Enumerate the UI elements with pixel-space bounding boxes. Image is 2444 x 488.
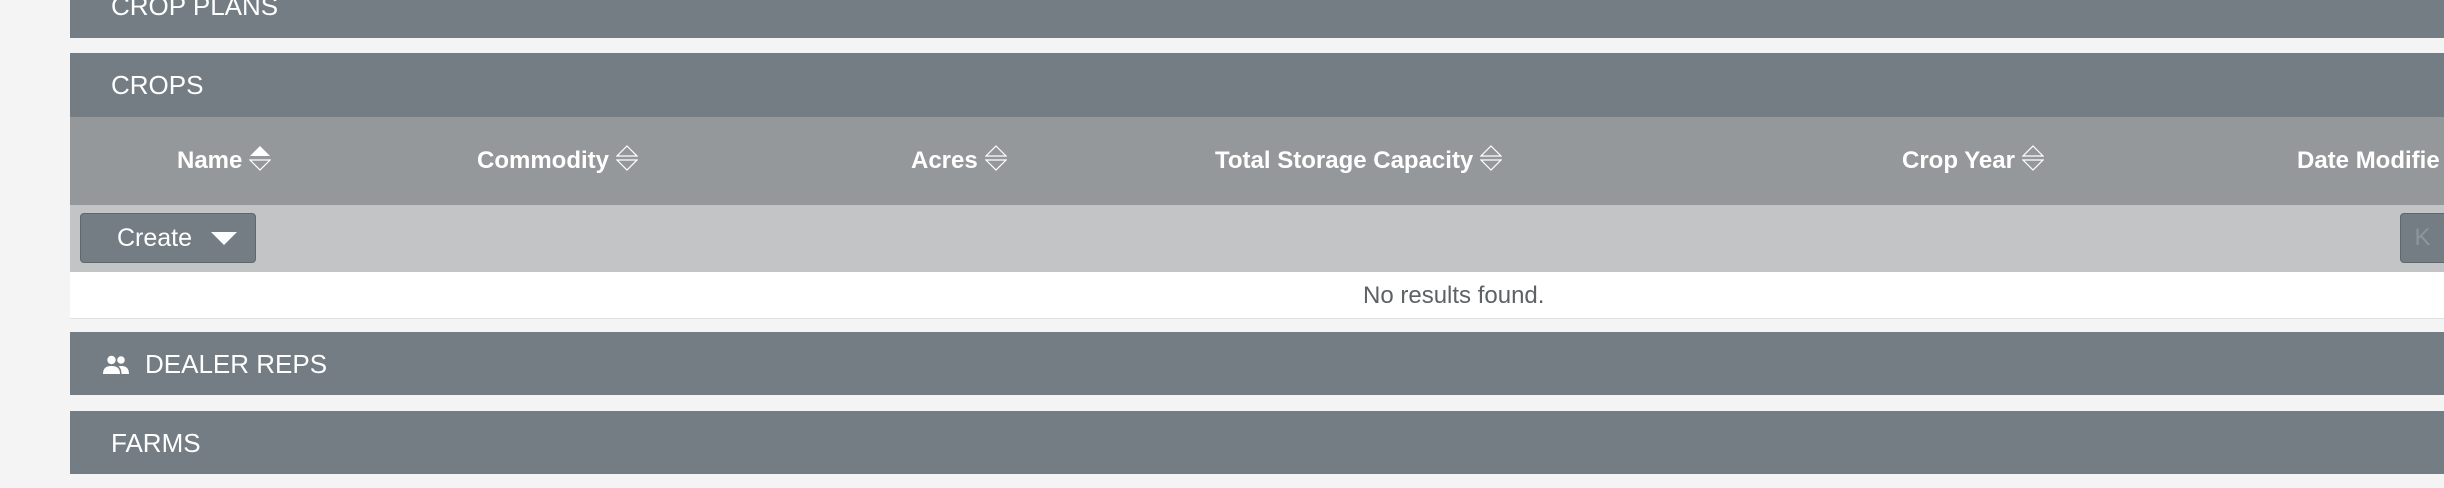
crops-table-header: Name Commodity Acres Total Storage Capac… xyxy=(70,117,2444,205)
create-dropdown-button[interactable]: Create xyxy=(80,213,256,263)
crops-empty-row: No results found. xyxy=(70,272,2444,319)
column-header-commodity[interactable]: Commodity xyxy=(477,117,639,205)
sort-icon xyxy=(984,145,1008,171)
column-label-crop-year: Crop Year xyxy=(1902,147,2015,174)
section-header-crops[interactable]: CROPS xyxy=(70,53,2444,117)
crops-table-toolbar: Create K xyxy=(70,205,2444,272)
column-header-date-modified[interactable]: Date Modifie xyxy=(2297,117,2440,205)
page-content: CROP PLANS CROPS Name Commodity Acres To… xyxy=(70,0,2444,488)
column-label-commodity: Commodity xyxy=(477,147,609,174)
pagination-first-label: K xyxy=(2414,224,2431,251)
column-header-name[interactable]: Name xyxy=(177,117,272,205)
section-title-crops: CROPS xyxy=(111,70,204,100)
column-header-total-storage-capacity[interactable]: Total Storage Capacity xyxy=(1215,117,1503,205)
column-label-name: Name xyxy=(177,147,243,174)
section-header-dealer-reps[interactable]: DEALER REPS xyxy=(70,332,2444,395)
column-label-date-modified: Date Modifie xyxy=(2297,147,2440,174)
section-title-crop-plans: CROP PLANS xyxy=(111,0,279,21)
create-button-label: Create xyxy=(117,223,193,252)
column-label-total-storage-capacity: Total Storage Capacity xyxy=(1215,147,1474,174)
section-header-crop-plans[interactable]: CROP PLANS xyxy=(70,0,2444,38)
sort-icon xyxy=(615,145,639,171)
people-icon xyxy=(101,349,131,379)
column-header-crop-year[interactable]: Crop Year xyxy=(1902,117,2045,205)
pagination-first-button[interactable]: K xyxy=(2400,213,2444,263)
column-header-acres[interactable]: Acres xyxy=(911,117,1008,205)
sort-icon xyxy=(2021,145,2045,171)
sort-icon xyxy=(1479,145,1503,171)
caret-down-icon xyxy=(211,232,237,245)
sort-ascending-icon xyxy=(248,145,272,171)
column-label-acres: Acres xyxy=(911,147,978,174)
section-header-farms[interactable]: FARMS xyxy=(70,411,2444,474)
section-title-farms: FARMS xyxy=(111,427,201,458)
no-results-message: No results found. xyxy=(1363,282,1545,309)
section-title-dealer-reps: DEALER REPS xyxy=(145,348,328,379)
